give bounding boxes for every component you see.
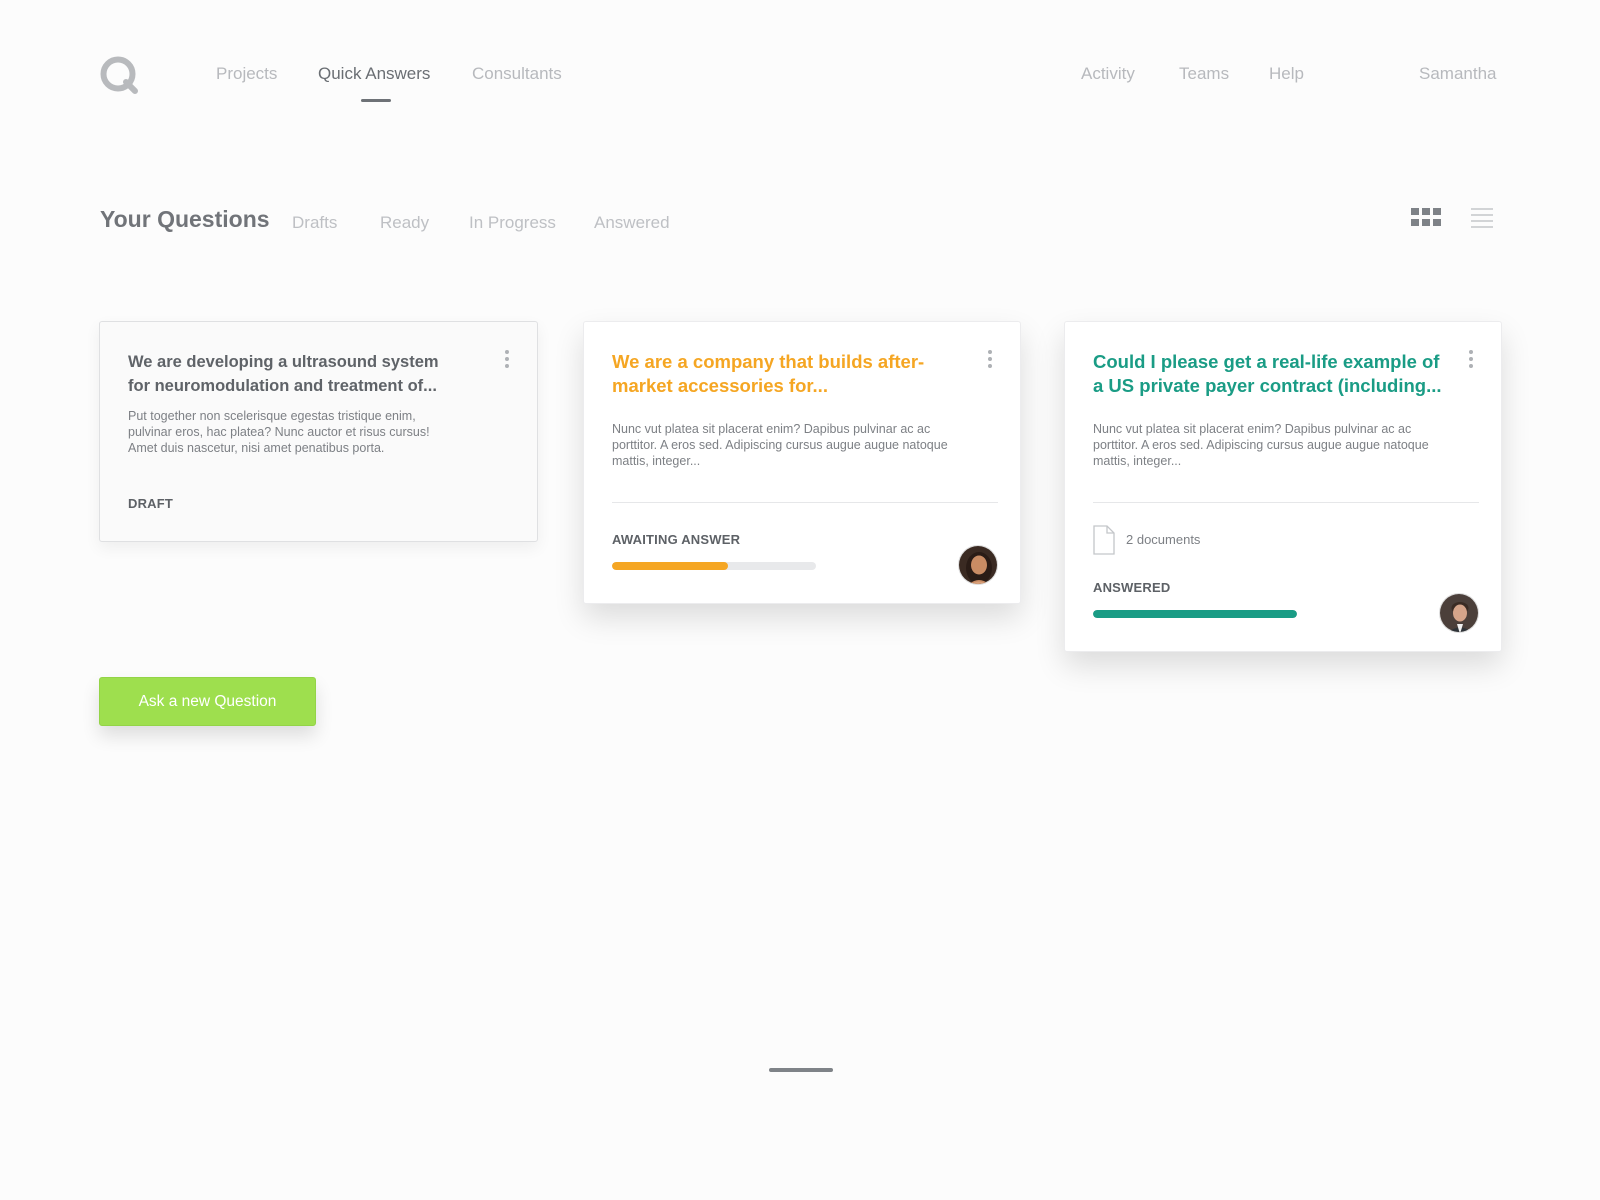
card-description: Nunc vut platea sit placerat enim? Dapib… bbox=[612, 422, 948, 468]
question-card-answered[interactable]: Could I please get a real-life example o… bbox=[1064, 321, 1502, 652]
question-card-awaiting[interactable]: We are a company that builds after-marke… bbox=[583, 321, 1021, 604]
card-title: Could I please get a real-life example o… bbox=[1093, 351, 1442, 396]
active-nav-indicator bbox=[361, 99, 391, 102]
list-view-icon[interactable] bbox=[1471, 207, 1493, 229]
card-divider bbox=[612, 502, 998, 503]
nav-link-quick-answers[interactable]: Quick Answers bbox=[318, 64, 430, 84]
female-avatar-icon bbox=[959, 546, 997, 584]
status-badge: AWAITING ANSWER bbox=[612, 532, 741, 547]
nav-link-projects[interactable]: Projects bbox=[216, 64, 277, 84]
card-description: Put together non scelerisque egestas tri… bbox=[128, 409, 430, 455]
card-divider bbox=[1093, 502, 1479, 503]
card-title: We are developing a ultrasound system fo… bbox=[128, 353, 439, 395]
grid-view-icon[interactable] bbox=[1411, 208, 1441, 228]
filter-tab-in-progress[interactable]: In Progress bbox=[469, 213, 556, 233]
nav-link-consultants[interactable]: Consultants bbox=[472, 64, 562, 84]
quick-answers-page: Projects Quick Answers Consultants Activ… bbox=[0, 0, 1600, 1200]
male-avatar-icon bbox=[1440, 594, 1478, 632]
filter-tab-answered[interactable]: Answered bbox=[594, 213, 670, 233]
consultant-avatar[interactable] bbox=[958, 545, 998, 585]
progress-fill bbox=[612, 562, 729, 570]
filter-tab-drafts[interactable]: Drafts bbox=[292, 213, 337, 233]
documents-count: 2 documents bbox=[1126, 532, 1201, 547]
scroll-indicator[interactable] bbox=[769, 1068, 833, 1072]
logo-icon[interactable] bbox=[98, 54, 140, 96]
more-options-icon[interactable] bbox=[504, 350, 510, 370]
more-options-icon[interactable] bbox=[1468, 350, 1474, 370]
progress-fill bbox=[1093, 610, 1297, 618]
more-options-icon[interactable] bbox=[987, 350, 993, 370]
nav-link-activity[interactable]: Activity bbox=[1081, 64, 1135, 84]
status-badge: ANSWERED bbox=[1093, 580, 1171, 595]
page-title: Your Questions bbox=[100, 206, 270, 232]
ask-new-question-button[interactable]: Ask a new Question bbox=[99, 677, 316, 726]
card-description: Nunc vut platea sit placerat enim? Dapib… bbox=[1093, 422, 1429, 468]
card-title: We are a company that builds after-marke… bbox=[612, 351, 925, 396]
nav-link-help[interactable]: Help bbox=[1269, 64, 1304, 84]
progress-bar bbox=[612, 562, 816, 570]
status-badge: DRAFT bbox=[128, 496, 174, 511]
nav-link-teams[interactable]: Teams bbox=[1179, 64, 1229, 84]
document-icon bbox=[1093, 525, 1115, 555]
question-card-draft[interactable]: We are developing a ultrasound system fo… bbox=[99, 321, 538, 542]
progress-bar bbox=[1093, 610, 1297, 618]
user-menu[interactable]: Samantha bbox=[1419, 64, 1497, 84]
filter-tab-ready[interactable]: Ready bbox=[380, 213, 429, 233]
consultant-avatar[interactable] bbox=[1439, 593, 1479, 633]
